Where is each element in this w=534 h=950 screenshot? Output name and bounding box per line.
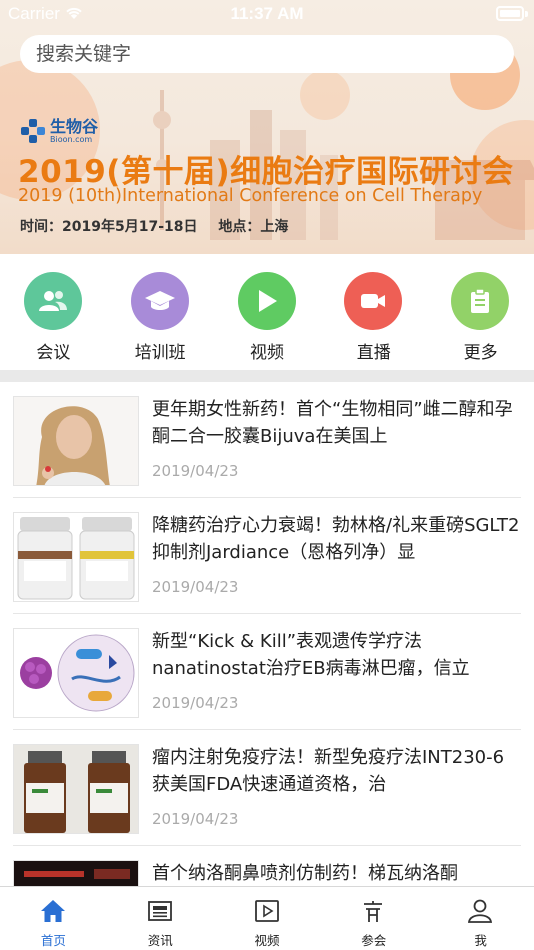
meeting-icon xyxy=(364,901,383,922)
tab-me[interactable]: 我 xyxy=(427,887,534,950)
news-item[interactable]: 降糖药治疗心力衰竭！勃林格/礼来重磅SGLT2抑制剂Jardiance（恩格列净… xyxy=(0,498,534,614)
logo-text-cn: 生物谷 xyxy=(50,116,99,136)
graduation-cap-icon xyxy=(130,272,189,330)
quick-nav-more[interactable]: 更多 xyxy=(427,254,534,370)
news-thumbnail-cells xyxy=(13,628,139,718)
bioon-logo: 生物谷 Bioon.com xyxy=(20,118,98,144)
news-thumbnail-vials xyxy=(13,744,139,834)
battery-tip xyxy=(525,11,528,17)
quick-nav-video[interactable]: 视频 xyxy=(214,254,321,370)
banner-title-en: 2019 (10th)International Conference on C… xyxy=(18,186,483,206)
section-divider xyxy=(0,370,534,382)
news-title: 瘤内注射免疫疗法！新型免疫疗法INT230-6获美国FDA快速通道资格，治 xyxy=(152,747,505,795)
news-date: 2019/04/23 xyxy=(152,810,239,828)
tab-video[interactable]: 视频 xyxy=(214,887,321,950)
banner-date: 时间：2019年5月17-18日 xyxy=(20,219,198,235)
quick-nav-label: 会议 xyxy=(36,343,71,363)
search-input[interactable] xyxy=(36,43,514,65)
newspaper-icon xyxy=(147,901,172,921)
news-title: 更年期女性新药！首个“生物相同”雌二醇和孕酮二合一胶囊Bijuva在美国上 xyxy=(152,399,513,447)
tab-label: 资讯 xyxy=(147,933,173,948)
quick-nav-label: 培训班 xyxy=(134,343,186,363)
people-icon xyxy=(24,272,82,330)
quick-nav-label: 更多 xyxy=(463,343,498,363)
user-icon xyxy=(468,899,493,923)
status-bar: Carrier 11:37 AM xyxy=(0,0,534,28)
news-thumbnail-bottles xyxy=(13,512,139,602)
tab-news[interactable]: 资讯 xyxy=(107,887,214,950)
app-screen: Carrier 11:37 AM 生物谷 Bioon.com xyxy=(0,0,534,950)
logo-text-en: Bioon.com xyxy=(50,134,93,144)
news-date: 2019/04/23 xyxy=(152,694,239,712)
news-title: 降糖药治疗心力衰竭！勃林格/礼来重磅SGLT2抑制剂Jardiance（恩格列净… xyxy=(152,515,520,563)
news-item[interactable]: 新型“Kick & Kill”表观遗传学疗法nanatinostat治疗EB病毒… xyxy=(0,614,534,730)
tab-label: 首页 xyxy=(40,933,66,948)
quick-nav: 会议 培训班 视频 直播 更多 xyxy=(0,254,534,370)
quick-nav-live[interactable]: 直播 xyxy=(320,254,427,370)
news-item[interactable]: 瘤内注射免疫疗法！新型免疫疗法INT230-6获美国FDA快速通道资格，治 20… xyxy=(0,730,534,846)
quick-nav-training[interactable]: 培训班 xyxy=(107,254,214,370)
news-title: 首个纳洛酮鼻喷剂仿制药！梯瓦纳洛酮 xyxy=(152,863,458,884)
news-date: 2019/04/23 xyxy=(152,462,239,480)
quick-nav-label: 直播 xyxy=(356,343,391,363)
conference-banner[interactable]: Carrier 11:37 AM 生物谷 Bioon.com xyxy=(0,0,534,254)
banner-place: 地点：上海 xyxy=(218,219,289,235)
tab-label: 我 xyxy=(474,933,487,948)
play-icon xyxy=(237,272,296,330)
home-icon xyxy=(41,900,65,922)
banner-title-cn: 2019(第十届)细胞治疗国际研讨会 xyxy=(18,154,514,190)
news-item[interactable]: 首个纳洛酮鼻喷剂仿制药！梯瓦纳洛酮 xyxy=(0,846,534,886)
clipboard-icon xyxy=(451,272,510,330)
news-list: 更年期女性新药！首个“生物相同”雌二醇和孕酮二合一胶囊Bijuva在美国上 20… xyxy=(0,382,534,886)
news-thumbnail-dark xyxy=(13,860,139,886)
search-bar[interactable] xyxy=(20,35,514,73)
news-thumbnail-woman xyxy=(13,396,139,486)
quick-nav-meeting[interactable]: 会议 xyxy=(0,254,107,370)
tab-home[interactable]: 首页 xyxy=(0,887,107,950)
banner-meta: 时间：2019年5月17-18日 地点：上海 xyxy=(20,216,304,236)
clock: 11:37 AM xyxy=(230,4,304,23)
quick-nav-label: 视频 xyxy=(249,343,284,363)
news-item[interactable]: 更年期女性新药！首个“生物相同”雌二醇和孕酮二合一胶囊Bijuva在美国上 20… xyxy=(0,382,534,498)
bioon-logo-icon xyxy=(21,119,45,143)
tab-meeting[interactable]: 参会 xyxy=(320,887,427,950)
tab-label: 参会 xyxy=(361,933,387,948)
tab-bar: 首页 资讯 视频 参会 我 xyxy=(0,886,534,950)
tab-label: 视频 xyxy=(254,933,280,948)
video-icon xyxy=(254,900,279,922)
battery-icon xyxy=(496,6,524,21)
news-title: 新型“Kick & Kill”表观遗传学疗法nanatinostat治疗EB病毒… xyxy=(152,631,470,679)
video-camera-icon xyxy=(344,272,403,330)
news-date: 2019/04/23 xyxy=(152,578,239,596)
